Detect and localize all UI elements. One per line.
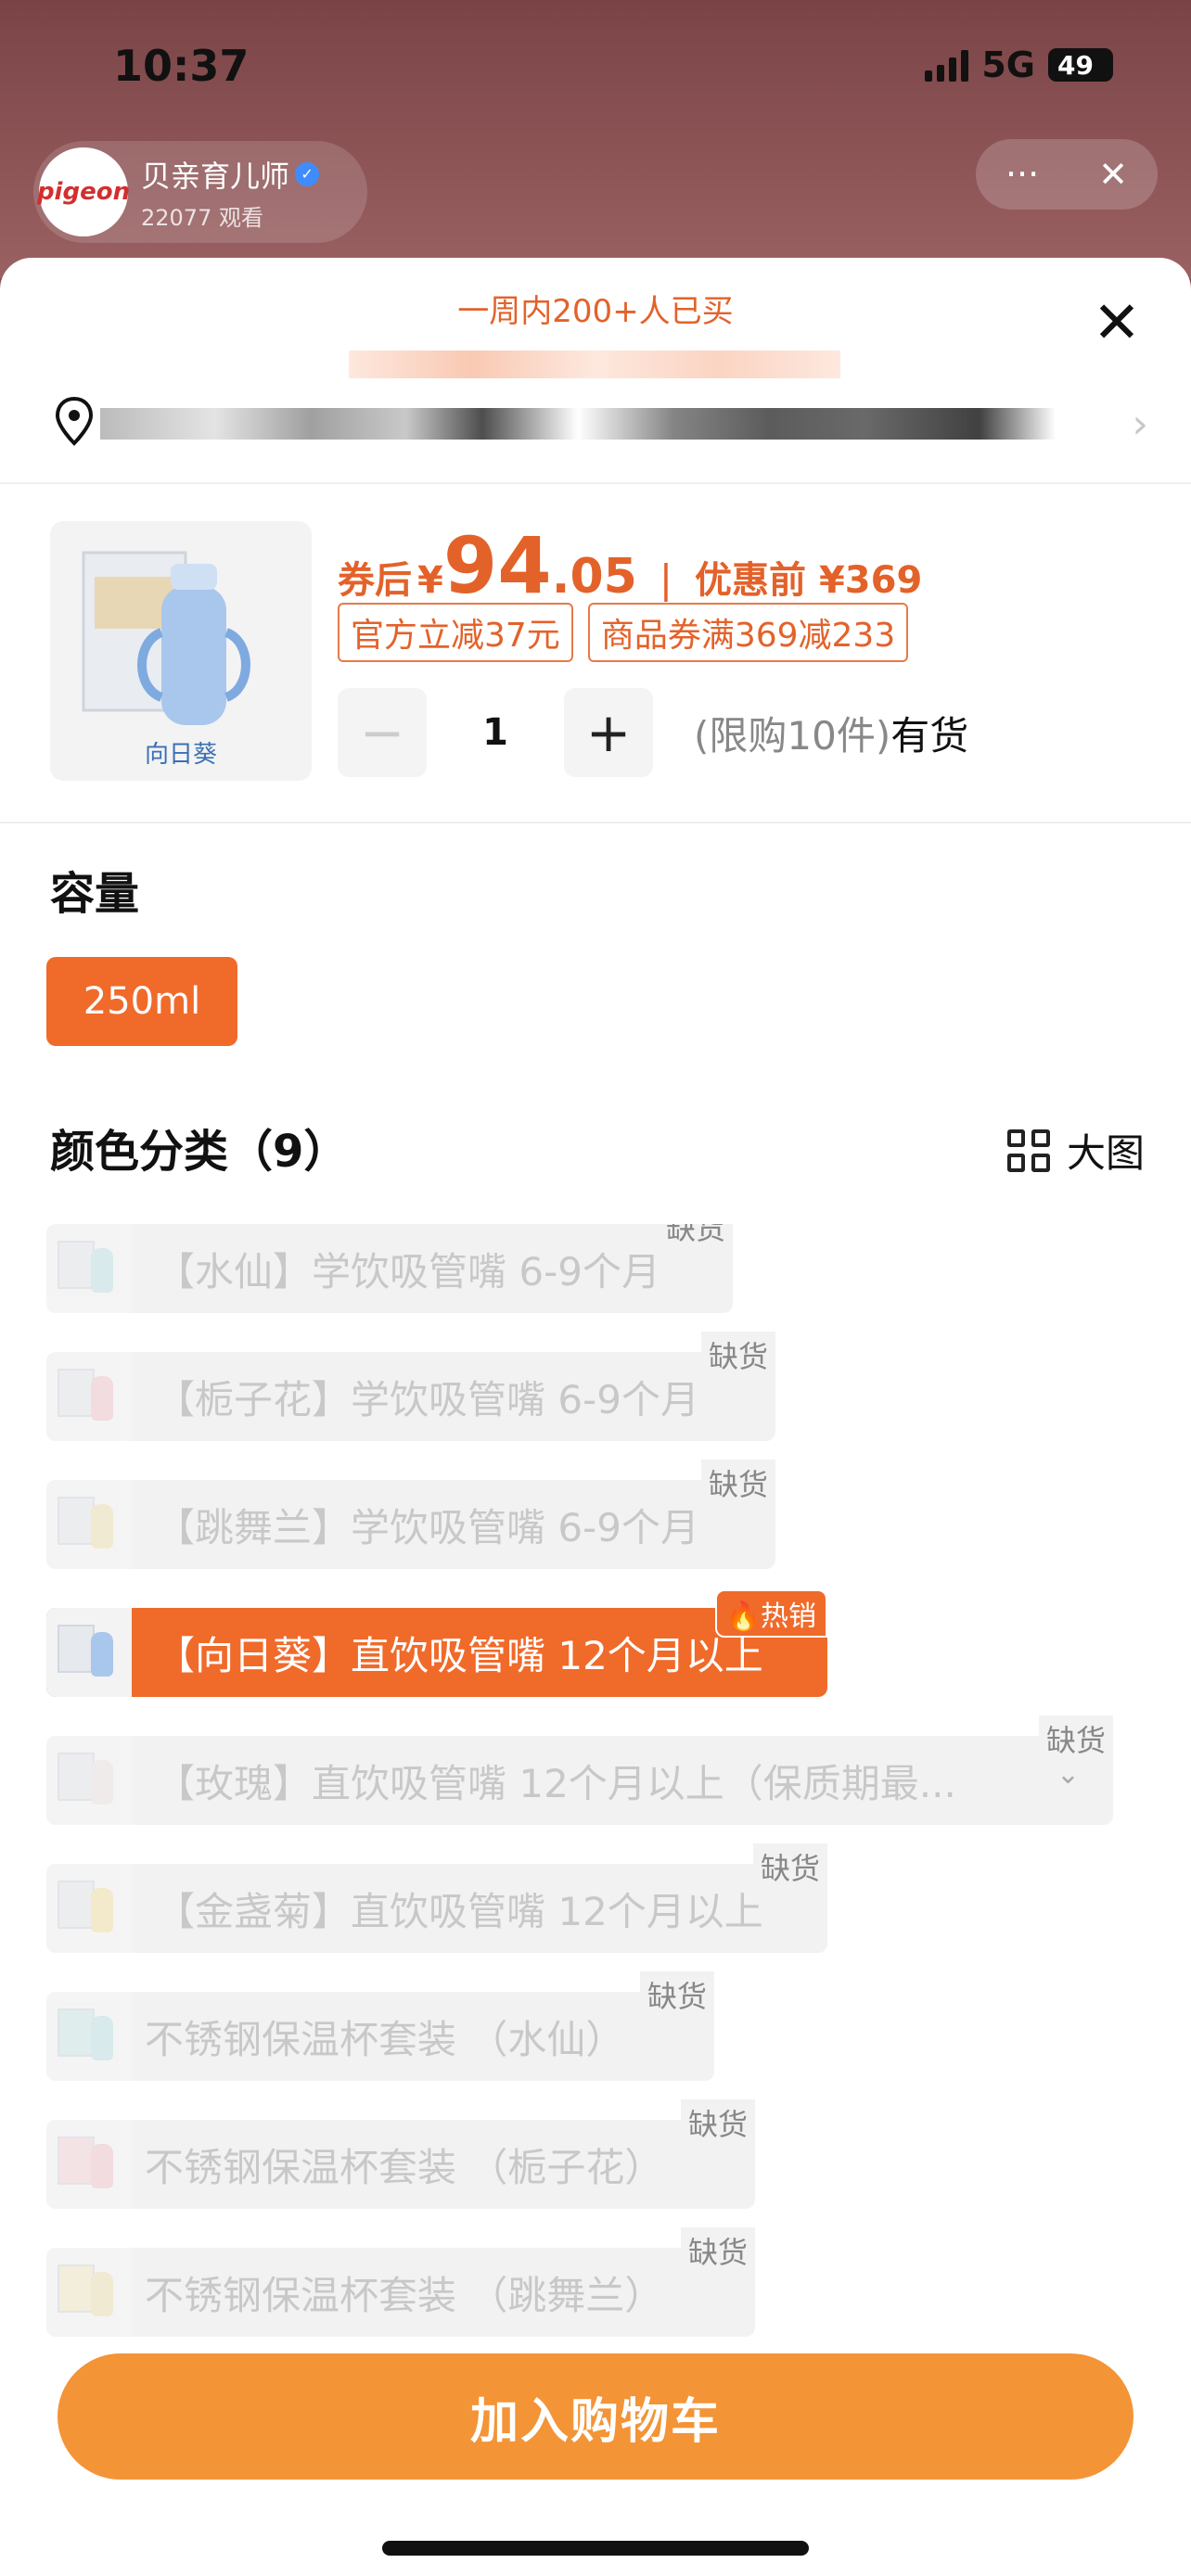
hot-badge: 🔥热销 xyxy=(714,1589,827,1638)
avatar[interactable]: pigeon xyxy=(36,147,131,236)
color-option[interactable]: 【跳舞兰】学饮吸管嘴 6-9个月 缺货 xyxy=(46,1460,775,1569)
status-icons: 5G 49 xyxy=(925,45,1113,85)
verified-icon: ✓ xyxy=(295,161,320,186)
color-option[interactable]: 不锈钢保温杯套装 （跳舞兰） 缺货 xyxy=(46,2227,755,2337)
live-host-pill[interactable]: pigeon 贝亲育儿师 ✓ 22077 观看 xyxy=(33,141,367,243)
purchase-limit: (限购10件) xyxy=(694,712,891,759)
after-coupon-label: 券后 xyxy=(338,559,412,602)
chevron-down-icon[interactable]: ⌄ xyxy=(1057,1758,1080,1791)
option-thumbnail xyxy=(46,1224,132,1313)
close-button[interactable]: ✕ xyxy=(1087,293,1146,352)
host-info: 贝亲育儿师 ✓ 22077 观看 xyxy=(141,153,320,232)
price-separator: | xyxy=(659,556,673,602)
color-option[interactable]: 不锈钢保温杯套装 （栀子花） 缺货 xyxy=(46,2099,755,2209)
live-stream-backdrop: 10:37 5G 49 pigeon 贝亲育儿师 ✓ 22077 观看 ··· … xyxy=(0,0,1191,278)
out-of-stock-badge: 缺货 xyxy=(658,1224,733,1250)
decrease-button[interactable]: − xyxy=(338,688,427,777)
price-decimal: .05 xyxy=(551,549,637,605)
divider xyxy=(0,822,1191,823)
social-proof-text: 一周内200+人已买 xyxy=(457,293,734,330)
bigview-label: 大图 xyxy=(1066,1130,1145,1176)
out-of-stock-badge: 缺货 xyxy=(700,1332,775,1378)
hot-label: 热销 xyxy=(761,1600,816,1633)
avatar-logo: pigeon xyxy=(36,178,131,206)
network-label: 5G xyxy=(981,45,1035,85)
quantity-stepper: − 1 + (限购10件)有货 xyxy=(338,688,968,777)
host-name: 贝亲育儿师 xyxy=(141,158,290,194)
price-integer: 94 xyxy=(442,520,552,611)
color-title: 颜色分类（9） xyxy=(50,1126,349,1178)
color-option-list: 【水仙】学饮吸管嘴 6-9个月 缺货 【栀子花】学饮吸管嘴 6-9个月 缺货 【… xyxy=(46,1224,1159,2346)
battery-level: 49 xyxy=(1057,49,1094,81)
color-option[interactable]: 不锈钢保温杯套装 （水仙） 缺货 xyxy=(46,1971,714,2081)
increase-button[interactable]: + xyxy=(564,688,653,777)
address-row[interactable]: › xyxy=(45,388,1148,462)
coupon-tag: 官方立减37元 xyxy=(338,603,573,662)
stock-status: 有货 xyxy=(890,712,969,759)
coupon-tag: 商品券满369减233 xyxy=(587,603,909,662)
option-label: 【金盏菊】直饮吸管嘴 12个月以上 xyxy=(156,1888,763,1934)
out-of-stock-badge: 缺货 xyxy=(680,2099,755,2146)
out-of-stock-badge: 缺货 xyxy=(752,1843,827,1890)
option-label: 【跳舞兰】学饮吸管嘴 6-9个月 xyxy=(156,1504,699,1550)
status-time: 10:37 xyxy=(113,41,250,91)
live-top-controls: ··· ✕ xyxy=(976,139,1158,210)
option-label: 【栀子花】学饮吸管嘴 6-9个月 xyxy=(156,1376,699,1422)
thumbnail-caption: 向日葵 xyxy=(144,741,217,769)
original-price: 优惠前 ¥369 xyxy=(695,559,923,602)
option-thumbnail xyxy=(46,1480,132,1569)
quantity-value[interactable]: 1 xyxy=(427,711,564,754)
option-thumbnail xyxy=(46,1992,132,2081)
option-thumbnail xyxy=(46,1864,132,1953)
color-option[interactable]: 【金盏菊】直饮吸管嘴 12个月以上 缺货 xyxy=(46,1843,827,1953)
price-line: 券后 ¥ 94 .05 | 优惠前 ¥369 xyxy=(338,527,922,605)
blurred-address xyxy=(100,408,1056,440)
signal-icon xyxy=(925,48,969,82)
coupon-row: 官方立减37元 商品券满369减233 xyxy=(338,603,909,662)
out-of-stock-badge: 缺货 xyxy=(680,2227,755,2274)
option-label: 不锈钢保温杯套装 （水仙） xyxy=(145,2016,625,2062)
grid-icon xyxy=(1006,1129,1050,1172)
screen: 10:37 5G 49 pigeon 贝亲育儿师 ✓ 22077 观看 ··· … xyxy=(0,0,1191,2576)
fire-icon: 🔥 xyxy=(725,1600,761,1633)
option-label: 【向日葵】直饮吸管嘴 12个月以上 xyxy=(156,1632,763,1678)
host-name-row: 贝亲育儿师 ✓ xyxy=(141,153,320,196)
divider xyxy=(0,482,1191,484)
option-label: 不锈钢保温杯套装 （跳舞兰） xyxy=(145,2272,664,2318)
color-option[interactable]: 【玫瑰】直饮吸管嘴 12个月以上（保质期最... 缺货 ⌄ xyxy=(46,1715,1113,1825)
location-pin-icon xyxy=(55,396,94,446)
option-thumbnail xyxy=(46,1736,132,1825)
home-indicator xyxy=(382,2541,809,2556)
color-option-selected[interactable]: 【向日葵】直饮吸管嘴 12个月以上 🔥热销 xyxy=(46,1589,827,1697)
color-option[interactable]: 【水仙】学饮吸管嘴 6-9个月 缺货 xyxy=(46,1224,733,1313)
bigview-toggle[interactable]: 大图 xyxy=(1006,1122,1145,1179)
out-of-stock-badge: 缺货 xyxy=(639,1971,714,2018)
chevron-right-icon: › xyxy=(1132,401,1148,448)
add-to-cart-button[interactable]: 加入购物车 xyxy=(58,2353,1133,2480)
currency-symbol: ¥ xyxy=(417,559,443,602)
out-of-stock-badge: 缺货 xyxy=(700,1460,775,1506)
option-thumbnail xyxy=(46,2248,132,2337)
stock-note: (限购10件)有货 xyxy=(694,705,968,761)
more-icon[interactable]: ··· xyxy=(1005,154,1039,195)
capacity-title: 容量 xyxy=(50,868,140,920)
capacity-option-250ml[interactable]: 250ml xyxy=(46,957,237,1046)
option-thumbnail xyxy=(46,1608,132,1697)
color-option[interactable]: 【栀子花】学饮吸管嘴 6-9个月 缺货 xyxy=(46,1332,775,1441)
sku-sheet: 一周内200+人已买 ✕ › 向日葵 券后 ¥ 94 .05 | 优惠前 ¥36… xyxy=(0,258,1191,2576)
option-label: 【水仙】学饮吸管嘴 6-9个月 xyxy=(156,1248,660,1294)
option-thumbnail xyxy=(46,2120,132,2209)
option-label: 【玫瑰】直饮吸管嘴 12个月以上（保质期最... xyxy=(156,1760,956,1806)
battery-icon: 49 xyxy=(1048,48,1113,82)
viewer-count: 22077 观看 xyxy=(141,204,263,231)
product-thumbnail[interactable]: 向日葵 xyxy=(50,521,312,781)
option-thumbnail xyxy=(46,1352,132,1441)
close-live-icon[interactable]: ✕ xyxy=(1098,154,1128,195)
option-label: 不锈钢保温杯套装 （栀子花） xyxy=(145,2144,664,2190)
blurred-subtitle xyxy=(349,351,840,378)
out-of-stock-badge: 缺货 xyxy=(1038,1715,1113,1762)
